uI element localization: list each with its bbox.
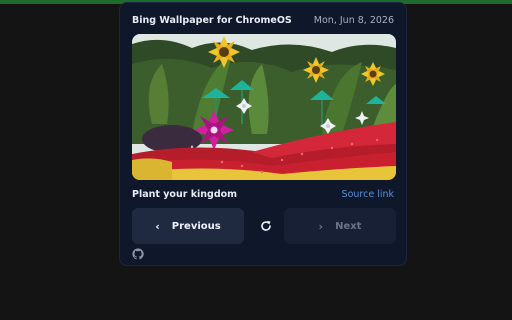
extension-popup: Bing Wallpaper for ChromeOS Mon, Jun 8, … xyxy=(119,2,407,266)
wallpaper-date: Mon, Jun 8, 2026 xyxy=(313,14,394,26)
wallpaper-caption: Plant your kingdom xyxy=(132,188,238,200)
popup-header: Bing Wallpaper for ChromeOS Mon, Jun 8, … xyxy=(132,13,394,27)
source-link[interactable]: Source link xyxy=(342,189,394,200)
chevron-right-icon: › xyxy=(318,219,324,233)
chevron-left-icon: ‹ xyxy=(155,219,160,233)
refresh-icon xyxy=(261,220,271,231)
caption-row: Plant your kingdom Source link xyxy=(132,187,394,201)
refresh-button[interactable] xyxy=(257,217,275,235)
next-button[interactable]: › Next xyxy=(284,208,396,244)
wallpaper-image xyxy=(132,34,396,180)
previous-button[interactable]: ‹ Previous xyxy=(132,208,244,244)
navigation-controls: ‹ Previous › Next xyxy=(132,208,396,244)
previous-button-label: Previous xyxy=(171,220,221,232)
next-button-label: Next xyxy=(335,220,362,232)
github-icon[interactable] xyxy=(132,248,144,260)
app-title: Bing Wallpaper for ChromeOS xyxy=(132,14,292,26)
